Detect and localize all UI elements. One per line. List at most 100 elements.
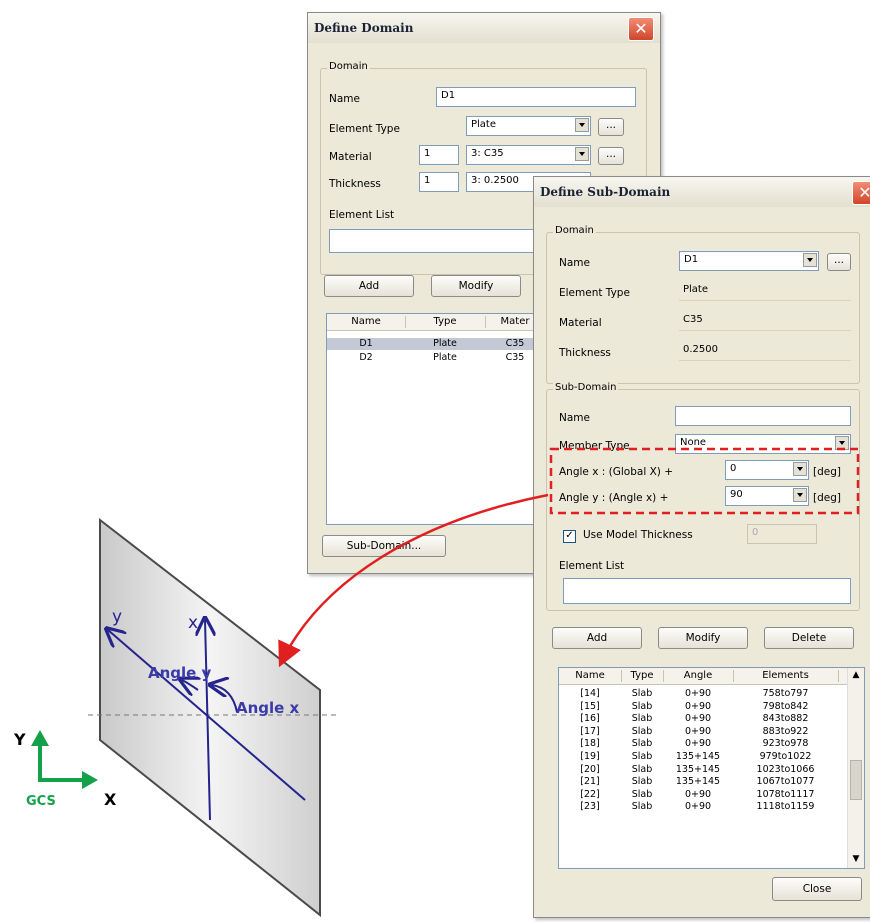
table-row[interactable]: [23] Slab 0+90 1118to1159	[559, 801, 864, 813]
table-row[interactable]: [20] Slab 135+145 1023to1066	[559, 764, 864, 776]
member-type-label: Member Type	[559, 440, 630, 452]
column-header-type[interactable]: Type	[405, 316, 486, 328]
chevron-down-icon[interactable]	[575, 118, 589, 132]
sub-name-field[interactable]	[675, 406, 851, 426]
name-label: Name	[329, 93, 360, 105]
cell-type: Slab	[631, 688, 653, 699]
local-y-label: y	[112, 607, 122, 627]
domain-more-button[interactable]: ...	[827, 253, 851, 271]
close-icon[interactable]: ✕	[852, 181, 870, 205]
chevron-down-icon[interactable]	[793, 462, 807, 476]
element-list-label: Element List	[559, 560, 625, 572]
material-value: C35	[679, 311, 851, 331]
scroll-down-icon[interactable]: ▼	[850, 854, 862, 866]
define-sub-domain-dialog: Define Sub-Domain ✕ Domain Name D1 ... E…	[533, 176, 870, 918]
cell-name: [22]	[580, 788, 600, 800]
angle-x-label: Angle x : (Global X) +	[559, 466, 673, 478]
material-number-field[interactable]: 1	[419, 145, 459, 165]
cell-angle: 0+90	[684, 788, 712, 800]
material-label: Material	[559, 317, 602, 329]
cell-name: [20]	[580, 763, 600, 775]
thickness-number-field[interactable]: 1	[419, 172, 459, 192]
sub-domain-list[interactable]: Name Type Angle Elements [14] Slab 0+90 758…	[558, 667, 865, 869]
element-type-more-button[interactable]: ...	[598, 118, 624, 136]
angle-y-unit: [deg]	[813, 492, 841, 504]
cell-type: Slab	[631, 776, 653, 788]
cell-angle: 0+90	[684, 738, 712, 750]
list-scrollbar[interactable]: ▲ ▼	[847, 668, 864, 868]
cell-type: Slab	[631, 738, 653, 750]
cell-elements: 1023to1066	[756, 763, 815, 775]
cell-elements: 1067to1077	[756, 776, 815, 788]
element-type-select[interactable]: Plate	[466, 116, 591, 136]
cell-angle: 135+145	[675, 763, 721, 775]
scroll-up-icon[interactable]: ▲	[850, 670, 862, 682]
cell-type: Slab	[631, 763, 653, 775]
table-row[interactable]: [19] Slab 135+145 979to1022	[559, 751, 864, 763]
table-row[interactable]: [16] Slab 0+90 843to882	[559, 713, 864, 725]
element-list-label: Element List	[329, 209, 395, 221]
chevron-down-icon[interactable]	[793, 488, 807, 502]
add-button[interactable]: Add	[324, 275, 414, 297]
element-list-field[interactable]	[563, 578, 851, 604]
close-button[interactable]: Close	[772, 877, 862, 901]
cell-name: [15]	[580, 700, 600, 712]
gcs-y-label: Y	[13, 730, 26, 749]
column-header-name[interactable]: Name	[559, 670, 622, 682]
angle-x-label: Angle x	[236, 699, 300, 717]
delete-button[interactable]: Delete	[764, 627, 854, 649]
cell-angle: 135+145	[675, 751, 721, 762]
angle-x-select[interactable]: 0	[725, 460, 809, 480]
gcs-y-arrowhead	[31, 730, 49, 746]
chevron-down-icon[interactable]	[803, 253, 817, 267]
material-select[interactable]: 3: C35	[466, 145, 591, 165]
table-row[interactable]: [14] Slab 0+90 758to797	[559, 688, 864, 700]
cell-elements: 843to882	[762, 713, 809, 725]
angle-x-unit: [deg]	[813, 466, 841, 478]
cell-type: Slab	[631, 751, 653, 762]
add-button[interactable]: Add	[552, 627, 642, 649]
cell-elements: 923to978	[762, 738, 809, 750]
cell-angle: 135+145	[675, 776, 721, 788]
cell-name: [21]	[580, 776, 600, 788]
cell-angle: 0+90	[684, 713, 712, 725]
cell-angle: 0+90	[684, 700, 712, 712]
sub-domain-button[interactable]: Sub-Domain...	[322, 535, 446, 557]
cell-name: D2	[359, 352, 373, 363]
cell-angle: 0+90	[684, 801, 712, 813]
table-row[interactable]: [18] Slab 0+90 923to978	[559, 738, 864, 750]
chevron-down-icon[interactable]	[835, 436, 849, 450]
cell-type: Slab	[631, 788, 653, 800]
angle-y-select[interactable]: 90	[725, 486, 809, 506]
close-icon[interactable]: ✕	[628, 17, 654, 41]
modify-button[interactable]: Modify	[431, 275, 521, 297]
column-header-elements[interactable]: Elements	[733, 670, 839, 682]
sub-domain-domain-group: Domain Name D1 ... Element Type Plate Ma…	[546, 225, 860, 384]
name-field[interactable]: D1	[436, 87, 636, 107]
table-row[interactable]: [21] Slab 135+145 1067to1077	[559, 776, 864, 788]
cell-type: Plate	[433, 352, 457, 363]
gcs-x-label: X	[104, 790, 117, 809]
column-header-angle[interactable]: Angle	[663, 670, 734, 682]
thickness-label: Thickness	[559, 347, 611, 359]
table-row[interactable]: [22] Slab 0+90 1078to1117	[559, 789, 864, 801]
element-type-label: Element Type	[559, 287, 630, 299]
material-more-button[interactable]: ...	[598, 147, 624, 165]
cell-type: Slab	[631, 725, 653, 737]
gcs-label: GCS	[26, 794, 56, 809]
modify-button[interactable]: Modify	[658, 627, 748, 649]
domain-group-caption: Domain	[553, 225, 596, 236]
cell-name: [19]	[580, 751, 600, 762]
table-row[interactable]: [15] Slab 0+90 798to842	[559, 701, 864, 713]
column-header-type[interactable]: Type	[621, 670, 664, 682]
chevron-down-icon[interactable]	[575, 147, 589, 161]
cell-angle: 0+90	[684, 688, 712, 699]
table-row[interactable]: [17] Slab 0+90 883to922	[559, 726, 864, 738]
cell-name: [14]	[580, 688, 600, 699]
member-type-select[interactable]: None	[675, 434, 851, 454]
scroll-thumb[interactable]	[850, 760, 862, 800]
sub-domain-group: Sub-Domain Name Member Type None Angle x…	[546, 382, 860, 611]
use-model-thickness-checkbox[interactable]: ✓	[563, 530, 576, 543]
domain-name-select[interactable]: D1	[679, 251, 819, 271]
column-header-name[interactable]: Name	[327, 316, 406, 328]
